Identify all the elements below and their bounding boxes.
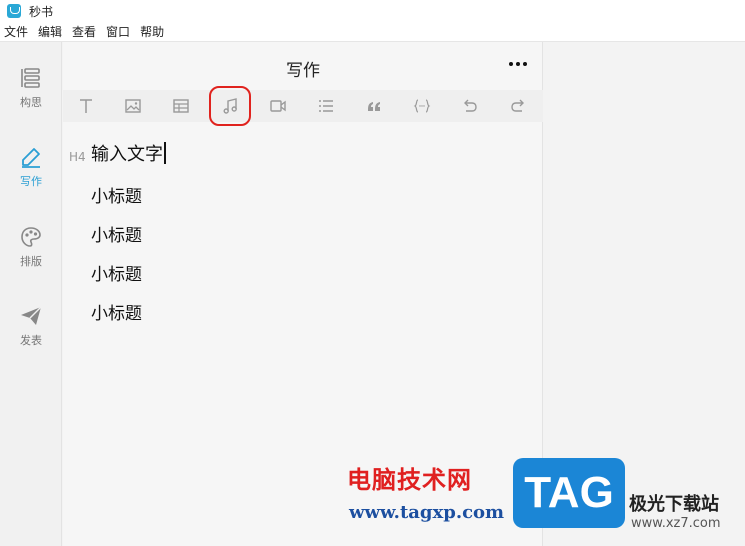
menu-window[interactable]: 窗口: [106, 23, 130, 40]
watermark-site-url: www.xz7.com: [631, 516, 721, 531]
sidebar-item-writing[interactable]: 写作: [0, 145, 62, 201]
menu-view[interactable]: 查看: [72, 23, 96, 40]
palette-icon: [21, 227, 41, 247]
subheading-line[interactable]: 小标题: [91, 221, 142, 246]
watermark-site-name: 极光下载站: [629, 494, 719, 515]
music-icon[interactable]: [209, 86, 251, 126]
app-logo-icon: [7, 4, 21, 18]
redo-icon[interactable]: [505, 94, 531, 118]
heading-level-marker: H4: [69, 150, 86, 164]
pen-icon: [22, 148, 40, 168]
subheading-line[interactable]: 小标题: [91, 299, 142, 324]
table-icon[interactable]: [168, 94, 194, 118]
watermark: 电脑技术网 www.tagxp.com TAG 极光下载站 www.xz7.co…: [343, 456, 745, 546]
sidebar-item-label: 写作: [20, 175, 42, 188]
menu-file[interactable]: 文件: [4, 23, 28, 40]
editor-toolbar: [63, 86, 543, 126]
sidebar-item-layout[interactable]: 排版: [0, 225, 62, 281]
sidebar-item-label: 发表: [20, 334, 42, 347]
text-caret: [164, 142, 166, 164]
outline-icon: [21, 68, 40, 88]
menu-help[interactable]: 帮助: [140, 23, 164, 40]
title-bar: 秒书: [0, 0, 745, 22]
video-icon[interactable]: [265, 94, 291, 118]
watermark-cn-text: 电脑技术网: [347, 466, 472, 494]
sidebar: 构思 写作 排版 发表: [0, 42, 62, 546]
code-icon[interactable]: [409, 94, 435, 118]
undo-icon[interactable]: [457, 94, 483, 118]
sidebar-item-publish[interactable]: 发表: [0, 304, 62, 360]
watermark-tag-badge: TAG: [513, 458, 625, 528]
app-title: 秒书: [29, 4, 54, 19]
sidebar-item-label: 排版: [20, 255, 42, 268]
more-options-icon[interactable]: [509, 62, 527, 68]
menu-edit[interactable]: 编辑: [38, 23, 62, 40]
paper-plane-icon: [21, 306, 42, 325]
sidebar-item-outline[interactable]: 构思: [0, 66, 62, 122]
subheading-line[interactable]: 小标题: [91, 182, 142, 207]
sidebar-item-label: 构思: [20, 96, 42, 109]
list-icon[interactable]: [313, 94, 339, 118]
text-line-input[interactable]: 输入文字: [91, 140, 166, 166]
image-icon[interactable]: [120, 94, 146, 118]
editor-title: 写作: [286, 61, 320, 81]
subheading-line[interactable]: 小标题: [91, 260, 142, 285]
line-text: 输入文字: [91, 144, 163, 165]
menu-bar: 文件 编辑 查看 窗口 帮助: [0, 22, 745, 42]
text-icon[interactable]: [73, 94, 99, 118]
watermark-url: www.tagxp.com: [349, 502, 505, 523]
quote-icon[interactable]: [361, 94, 387, 118]
